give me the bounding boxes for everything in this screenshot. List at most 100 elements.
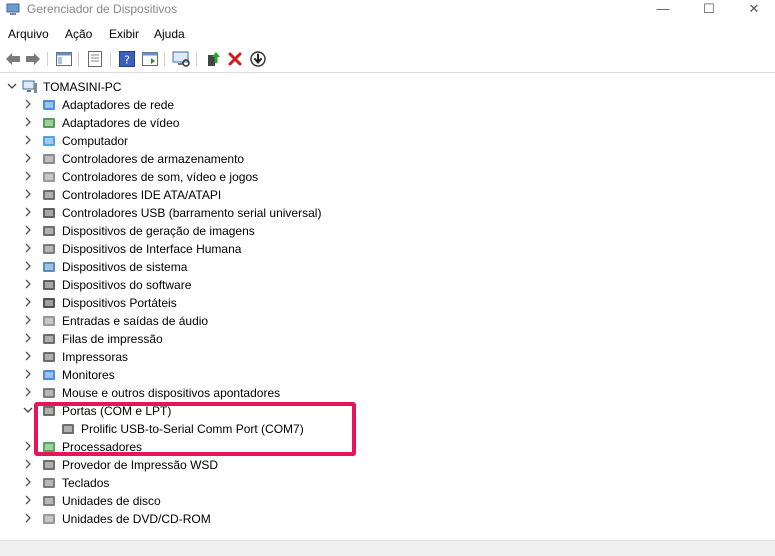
chevron-right-icon[interactable] <box>23 351 33 361</box>
pc-icon <box>22 80 37 93</box>
tree-item[interactable]: Unidades de DVD/CD-ROM <box>0 510 700 528</box>
network-adapter-icon <box>43 100 55 110</box>
chevron-right-icon[interactable] <box>23 243 33 253</box>
update-driver-icon[interactable] <box>204 50 222 68</box>
tree-item-label: Computador <box>62 134 129 148</box>
tree-item[interactable]: Adaptadores de vídeo <box>0 114 700 132</box>
chevron-right-icon[interactable] <box>23 171 33 181</box>
tree-item[interactable]: Dispositivos de sistema <box>0 258 700 276</box>
chevron-right-icon[interactable] <box>23 225 33 235</box>
storage-controller-icon <box>43 154 55 164</box>
chevron-right-icon[interactable] <box>23 513 33 523</box>
system-devices-icon <box>43 262 55 272</box>
tree-item-label: Controladores de armazenamento <box>62 152 245 166</box>
tree-item[interactable]: Controladores USB (barramento serial uni… <box>0 204 700 222</box>
camera-icon <box>43 226 55 236</box>
chevron-right-icon[interactable] <box>23 153 33 163</box>
tree-item[interactable]: Provedor de Impressão WSD <box>0 456 700 474</box>
tree-item[interactable]: Dispositivos do software <box>0 276 700 294</box>
tree-item-label: Monitores <box>62 368 115 382</box>
tree-item[interactable]: Unidades de disco <box>0 492 700 510</box>
chevron-right-icon[interactable] <box>23 477 33 487</box>
toolbar-separator <box>47 52 48 66</box>
minimize-button[interactable]: — <box>640 0 686 18</box>
chevron-right-icon[interactable] <box>23 333 33 343</box>
tree-item[interactable]: Adaptadores de rede <box>0 96 700 114</box>
properties-icon[interactable] <box>86 50 104 68</box>
tree-root[interactable]: TOMASINI-PC <box>0 78 700 96</box>
usb-icon <box>43 208 55 218</box>
tree-item-label: Adaptadores de rede <box>62 98 175 112</box>
tree-item-label: Filas de impressão <box>62 332 163 346</box>
action-pane-icon[interactable] <box>141 50 159 68</box>
chevron-right-icon[interactable] <box>23 99 33 109</box>
menu-acao[interactable]: Ação <box>65 27 92 41</box>
menu-bar: Arquivo Ação Exibir Ajuda <box>0 24 775 44</box>
tree-item[interactable]: Monitores <box>0 366 700 384</box>
tree-item-label: Adaptadores de vídeo <box>62 116 180 130</box>
tree-item[interactable]: Filas de impressão <box>0 330 700 348</box>
chevron-down-icon[interactable] <box>23 405 33 415</box>
hid-icon <box>43 244 55 254</box>
svg-text:?: ? <box>124 54 130 67</box>
window-title: Gerenciador de Dispositivos <box>27 2 178 16</box>
tree-item-label: Controladores IDE ATA/ATAPI <box>62 188 222 202</box>
tree-item-label: Dispositivos do software <box>62 278 192 292</box>
chevron-right-icon[interactable] <box>23 117 33 127</box>
device-manager-icon <box>6 3 20 15</box>
chevron-right-icon[interactable] <box>23 189 33 199</box>
tree-item[interactable]: Impressoras <box>0 348 700 366</box>
console-tree-icon[interactable] <box>55 50 73 68</box>
monitor-icon <box>43 370 55 380</box>
chevron-right-icon[interactable] <box>23 315 33 325</box>
tree-item-label: Teclados <box>62 476 110 490</box>
tree-item[interactable]: Controladores de armazenamento <box>0 150 700 168</box>
tree-item-label: Dispositivos de sistema <box>62 260 188 274</box>
chevron-right-icon[interactable] <box>23 495 33 505</box>
tree-item[interactable]: Computador <box>0 132 700 150</box>
maximize-button[interactable]: ☐ <box>686 0 732 18</box>
help-icon[interactable]: ? <box>118 50 136 68</box>
toolbar-separator <box>78 52 79 66</box>
chevron-right-icon[interactable] <box>23 207 33 217</box>
disable-device-icon[interactable] <box>249 50 267 68</box>
display-adapter-icon <box>43 118 55 128</box>
chevron-down-icon[interactable] <box>7 81 17 91</box>
tree-item[interactable]: Mouse e outros dispositivos apontadores <box>0 384 700 402</box>
tree-root-label: TOMASINI-PC <box>43 80 122 94</box>
chevron-right-icon[interactable] <box>23 387 33 397</box>
tree-item-label: Impressoras <box>62 350 129 364</box>
tree-item[interactable]: Controladores IDE ATA/ATAPI <box>0 186 700 204</box>
chevron-right-icon[interactable] <box>23 369 33 379</box>
chevron-right-icon[interactable] <box>23 261 33 271</box>
keyboard-icon <box>43 478 55 488</box>
chevron-right-icon[interactable] <box>23 441 33 451</box>
tree-item-label: Controladores de som, vídeo e jogos <box>62 170 259 184</box>
toolbar-separator <box>110 52 111 66</box>
scan-hardware-icon[interactable] <box>172 50 190 68</box>
forward-arrow-icon[interactable] <box>24 50 42 68</box>
menu-exibir[interactable]: Exibir <box>109 27 139 41</box>
tree-item[interactable]: Controladores de som, vídeo e jogos <box>0 168 700 186</box>
tree-item[interactable]: Dispositivos de geração de imagens <box>0 222 700 240</box>
tree-item-label: Mouse e outros dispositivos apontadores <box>62 386 281 400</box>
close-button[interactable]: ✕ <box>731 0 775 18</box>
chevron-right-icon[interactable] <box>23 297 33 307</box>
tree-item[interactable]: Entradas e saídas de áudio <box>0 312 700 330</box>
wsd-printer-icon <box>43 460 55 470</box>
back-arrow-icon[interactable] <box>4 50 22 68</box>
menu-arquivo[interactable]: Arquivo <box>8 27 49 41</box>
chevron-right-icon[interactable] <box>23 459 33 469</box>
menu-ajuda[interactable]: Ajuda <box>154 27 185 41</box>
tree-item[interactable]: Dispositivos de Interface Humana <box>0 240 700 258</box>
tree-item-label: Unidades de DVD/CD-ROM <box>62 512 211 526</box>
chevron-right-icon[interactable] <box>23 135 33 145</box>
mouse-icon <box>43 388 55 398</box>
audio-io-icon <box>43 316 55 326</box>
chevron-right-icon[interactable] <box>23 279 33 289</box>
tree-item[interactable]: Dispositivos Portáteis <box>0 294 700 312</box>
tree-item-label: Unidades de disco <box>62 494 161 508</box>
uninstall-icon[interactable] <box>226 50 244 68</box>
horizontal-scrollbar[interactable] <box>0 540 775 556</box>
tree-item[interactable]: Teclados <box>0 474 700 492</box>
